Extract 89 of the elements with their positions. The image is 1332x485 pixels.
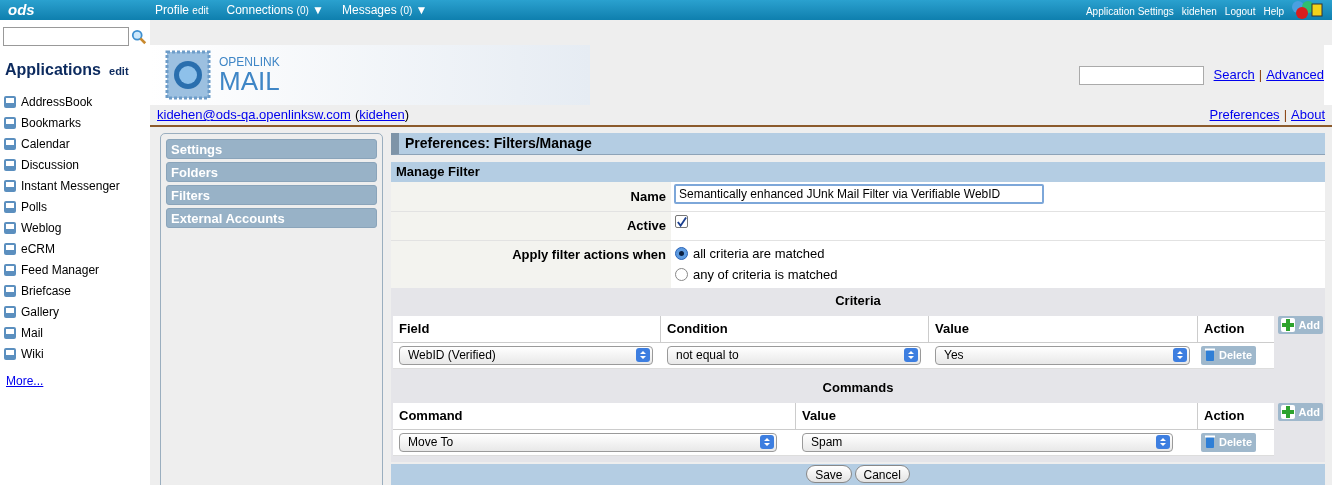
criteria-title: Criteria bbox=[834, 291, 882, 310]
app-icon bbox=[3, 262, 17, 277]
active-checkbox[interactable] bbox=[675, 215, 688, 228]
app-item[interactable]: Weblog bbox=[3, 217, 147, 238]
app-icon bbox=[3, 241, 17, 256]
section-title: Applications bbox=[5, 60, 101, 80]
more-link[interactable]: More... bbox=[6, 372, 147, 390]
commands-title: Commands bbox=[821, 378, 895, 397]
app-icon bbox=[3, 325, 17, 340]
app-icon bbox=[3, 220, 17, 235]
column-header: Action bbox=[1203, 320, 1246, 338]
dropdown-arrows-icon bbox=[1173, 348, 1187, 362]
page-title: Preferences: Filters/Manage bbox=[391, 133, 1325, 155]
field-label: Name bbox=[391, 181, 671, 211]
app-item[interactable]: Instant Messenger bbox=[3, 175, 147, 196]
top-link[interactable]: Logout bbox=[1224, 4, 1256, 19]
plus-icon bbox=[1280, 318, 1295, 332]
about-link[interactable]: About bbox=[1291, 105, 1325, 125]
app-icon bbox=[3, 136, 17, 151]
app-icon bbox=[3, 94, 17, 109]
checkmark-icon bbox=[676, 215, 687, 228]
advanced-link[interactable]: Advanced bbox=[1266, 65, 1324, 85]
logo-bottom: MAIL bbox=[219, 68, 280, 94]
separator: | bbox=[1258, 66, 1263, 85]
dropdown[interactable]: Yes bbox=[935, 345, 1190, 365]
search-field[interactable] bbox=[1078, 65, 1204, 85]
app-item[interactable]: Gallery bbox=[3, 301, 147, 322]
app-icon bbox=[3, 115, 17, 130]
field-label: Apply filter actions when bbox=[391, 240, 671, 288]
app-icon bbox=[3, 283, 17, 298]
search-link[interactable]: Search bbox=[1213, 65, 1255, 85]
logo-top: OPENLINK bbox=[219, 56, 280, 68]
paren: ( bbox=[354, 106, 360, 125]
email-link[interactable]: kidehen@ods-qa.openlinksw.com bbox=[157, 105, 351, 125]
app-item[interactable]: Bookmarks bbox=[3, 112, 147, 133]
dropdown-arrows-icon bbox=[760, 435, 774, 449]
column-header: Field bbox=[393, 316, 661, 342]
form-button[interactable]: Save bbox=[806, 465, 852, 484]
logo[interactable]: ods bbox=[8, 0, 155, 22]
plus-icon bbox=[1280, 405, 1295, 419]
search-field[interactable] bbox=[3, 27, 129, 46]
top-link[interactable]: Help bbox=[1263, 4, 1284, 19]
radio-label: all criteria are matched bbox=[693, 244, 825, 263]
nav-link[interactable]: Connections (0) ▼ bbox=[226, 1, 324, 19]
field-label: Active bbox=[391, 212, 671, 240]
top-link[interactable]: kidehen bbox=[1181, 4, 1217, 19]
nav-link[interactable]: Profile edit bbox=[155, 1, 209, 19]
app-icon bbox=[3, 199, 17, 214]
preferences-link[interactable]: Preferences bbox=[1209, 105, 1280, 125]
app-icon bbox=[3, 157, 17, 172]
app-item[interactable]: Briefcase bbox=[3, 280, 147, 301]
app-item[interactable]: Polls bbox=[3, 196, 147, 217]
section-header: Manage Filter bbox=[391, 162, 1325, 182]
column-header: Value bbox=[929, 316, 1198, 342]
app-icon bbox=[3, 178, 17, 193]
column-header: Value bbox=[796, 403, 1198, 429]
dropdown-arrows-icon bbox=[904, 348, 918, 362]
dropdown[interactable]: Spam bbox=[802, 432, 1173, 452]
radio-label: any of criteria is matched bbox=[693, 266, 838, 284]
trash-icon bbox=[1205, 348, 1215, 362]
column-header: Condition bbox=[661, 316, 929, 342]
app-item[interactable]: eCRM bbox=[3, 238, 147, 259]
dropdown-arrows-icon bbox=[1156, 435, 1170, 449]
edit-link[interactable]: edit bbox=[109, 63, 129, 80]
app-item[interactable]: Mail bbox=[3, 322, 147, 343]
top-link[interactable]: Application Settings bbox=[1085, 4, 1174, 19]
nav-link[interactable]: Messages (0) ▼ bbox=[342, 1, 428, 19]
trash-icon bbox=[1205, 435, 1215, 449]
app-item[interactable]: Feed Manager bbox=[3, 259, 147, 280]
app-item[interactable]: Calendar bbox=[3, 133, 147, 154]
radio-button[interactable] bbox=[675, 268, 688, 282]
column-header: Command bbox=[393, 403, 796, 429]
app-icon bbox=[3, 304, 17, 319]
radio-button[interactable] bbox=[675, 246, 688, 260]
dropdown[interactable]: WebID (Verified) bbox=[399, 345, 653, 365]
app-icon bbox=[3, 346, 17, 361]
dropdown[interactable]: not equal to bbox=[667, 345, 921, 365]
dropdown[interactable]: Move To bbox=[399, 432, 777, 452]
name-field[interactable]: Semantically enhanced JUnk Mail Filter via Verifiable WebID bbox=[674, 183, 1044, 204]
separator: | bbox=[1283, 106, 1287, 125]
paren: ) bbox=[404, 106, 410, 125]
app-item[interactable]: Wiki bbox=[3, 343, 147, 364]
app-item[interactable]: AddressBook bbox=[3, 91, 147, 112]
dropdown-arrows-icon bbox=[636, 348, 650, 362]
user-link[interactable]: kidehen bbox=[359, 105, 405, 125]
app-item[interactable]: Discussion bbox=[3, 154, 147, 175]
form-button[interactable]: Cancel bbox=[854, 465, 910, 484]
search-icon[interactable] bbox=[131, 27, 147, 46]
column-header: Action bbox=[1203, 407, 1246, 425]
